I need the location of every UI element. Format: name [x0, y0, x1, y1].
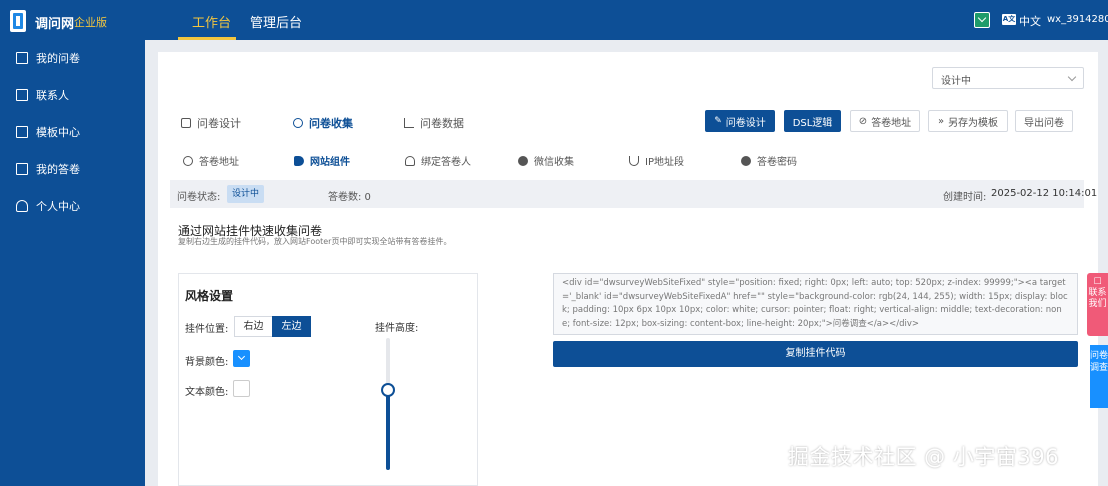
button-label: 另存为模板 [948, 117, 999, 129]
created-label: 创建时间: [943, 192, 987, 203]
tab-answer-address[interactable]: 答卷地址 [183, 153, 239, 168]
sidebar-item-label: 个人中心 [36, 200, 80, 213]
position-right-button[interactable]: 右边 [234, 316, 273, 337]
language-switch[interactable]: 中文 [1019, 13, 1041, 29]
tab-survey-collect[interactable]: 问卷收集 [293, 115, 353, 131]
tab-label: 问卷设计 [197, 117, 241, 130]
survey-design-button[interactable]: ✎ 问卷设计 [705, 110, 775, 132]
nav-tab-admin[interactable]: 管理后台 [250, 12, 302, 31]
button-label: 问卷设计 [725, 117, 766, 129]
key-icon [741, 155, 751, 166]
text-color-picker[interactable] [233, 380, 250, 397]
active-nav-indicator [178, 37, 236, 40]
user-menu[interactable]: wx_3914280 [1047, 14, 1108, 25]
tab-ip-range[interactable]: IP地址段 [629, 153, 684, 168]
edit-icon: ✎ [714, 116, 722, 126]
contact-us-label: 联系我们 [1088, 288, 1107, 309]
language-icon[interactable]: A文 [1002, 14, 1016, 25]
double-chevron-icon: » [937, 115, 945, 127]
tab-label: 网站组件 [310, 157, 350, 168]
button-label: 导出问卷 [1024, 117, 1064, 129]
status-badge: 设计中 [227, 185, 264, 203]
tab-wechat-collect[interactable]: 微信收集 [518, 153, 574, 168]
link-icon [293, 118, 303, 128]
answer-address-button[interactable]: ⊘ 答卷地址 [850, 110, 920, 132]
edit-icon [181, 118, 191, 128]
height-slider-handle[interactable] [381, 383, 395, 397]
button-label: 答卷地址 [871, 117, 912, 129]
button-label: DSL逻辑 [792, 117, 833, 129]
sidebar-item-label: 模板中心 [36, 126, 80, 139]
sidebar-item-templates[interactable]: 模板中心 [16, 122, 80, 142]
export-survey-button[interactable]: 导出问卷 [1015, 110, 1073, 132]
link-icon: ⊘ [858, 115, 868, 127]
sidebar-item-label: 我的问卷 [36, 52, 80, 65]
text-color-label: 文本颜色: [185, 387, 229, 398]
tab-label: IP地址段 [645, 157, 684, 168]
survey-status-value: 设计中 [941, 76, 971, 87]
user-icon [16, 200, 28, 212]
wechat-icon [518, 155, 528, 166]
link-icon [183, 155, 193, 166]
sidebar-item-label: 我的答卷 [36, 163, 80, 176]
created-time: 2025-02-12 10:14:01 [991, 188, 1098, 199]
sidebar-item-my-answers[interactable]: 我的答卷 [16, 159, 80, 179]
contact-us-float[interactable]: ☐ 联系我们 [1087, 273, 1108, 336]
widget-code-textarea[interactable]: <div id="dwsurveyWebSiteFixed" style="po… [553, 273, 1078, 335]
tab-bind-respondent[interactable]: 绑定答卷人 [405, 153, 471, 168]
section-description: 复制右边生成的挂件代码，放入网站Footer页中即可实现全站带有答卷挂件。 [178, 237, 452, 246]
dsl-logic-button[interactable]: DSL逻辑 [784, 110, 841, 132]
position-label: 挂件位置: [185, 324, 229, 335]
survey-float-tab[interactable]: 问卷调查 [1090, 345, 1108, 408]
chevron-down-icon [1067, 72, 1077, 82]
sidebar [0, 40, 145, 486]
bg-color-label: 背景颜色: [185, 357, 229, 368]
tab-survey-data[interactable]: 问卷数据 [404, 115, 464, 131]
save-as-template-button[interactable]: » 另存为模板 [928, 110, 1008, 132]
checkbox-icon [16, 163, 28, 175]
tab-survey-design[interactable]: 问卷设计 [181, 115, 241, 131]
tab-label: 微信收集 [534, 157, 574, 168]
style-settings-title: 风格设置 [185, 289, 234, 303]
tab-label: 问卷收集 [309, 117, 353, 130]
sidebar-item-label: 联系人 [36, 89, 69, 102]
watermark: 掘金技术社区 @ 小宇宙396 [788, 445, 1059, 469]
tab-label: 答卷地址 [199, 157, 239, 168]
app-name: 调问网 [35, 17, 75, 32]
copy-code-button[interactable]: 复制挂件代码 [553, 341, 1078, 367]
document-icon [16, 52, 28, 64]
tag-icon [294, 155, 304, 166]
logo-icon [10, 10, 26, 32]
nav-tab-workbench[interactable]: 工作台 [192, 12, 231, 31]
contacts-icon [16, 89, 28, 101]
sidebar-item-my-surveys[interactable]: 我的问卷 [16, 48, 80, 68]
tab-label: 问卷数据 [420, 117, 464, 130]
tab-label: 答卷密码 [757, 157, 797, 168]
message-icon: ☐ [1093, 277, 1102, 287]
magnet-icon [629, 155, 639, 166]
edition-badge: 企业版 [74, 16, 107, 29]
tab-answer-password[interactable]: 答卷密码 [741, 153, 797, 168]
status-label: 问卷状态: [177, 192, 221, 203]
sidebar-item-contacts[interactable]: 联系人 [16, 85, 69, 105]
template-icon [16, 126, 28, 138]
bg-color-picker[interactable] [233, 350, 250, 367]
height-slider-fill [386, 390, 390, 470]
height-label: 挂件高度: [375, 323, 419, 334]
style-settings-panel [178, 273, 478, 486]
sidebar-item-profile[interactable]: 个人中心 [16, 196, 80, 216]
tab-label: 绑定答卷人 [421, 157, 471, 168]
user-icon [405, 155, 415, 166]
bar-chart-icon [404, 118, 414, 128]
position-left-button[interactable]: 左边 [272, 316, 311, 337]
tab-website-widget[interactable]: 网站组件 [294, 153, 350, 168]
answer-count: 答卷数: 0 [328, 192, 371, 203]
top-navbar: 调问网 企业版 工作台 管理后台 A文 中文 wx_3914280 [0, 0, 1108, 40]
survey-status-select[interactable]: 设计中 [932, 67, 1084, 89]
download-icon[interactable] [974, 12, 990, 28]
